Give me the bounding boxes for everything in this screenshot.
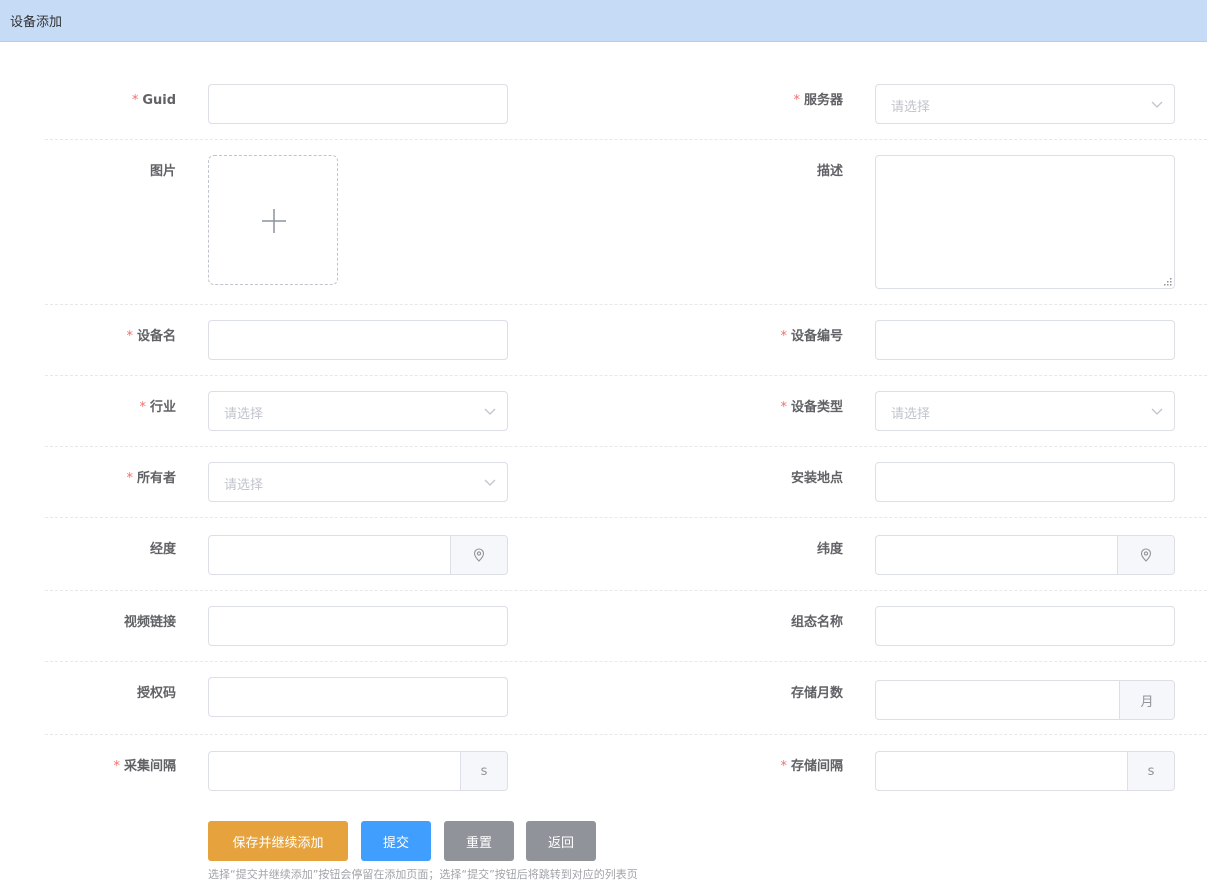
industry-placeholder: 请选择 [224,407,264,422]
storage-months-unit: 月 [1119,681,1174,719]
config-name-label: 组态名称 [790,615,843,630]
required-mark: * [126,471,133,486]
device-name-field[interactable] [208,320,508,360]
page-title: 设备添加 [10,15,63,30]
collect-interval-input[interactable] [209,752,460,790]
back-button[interactable]: 返回 [526,821,596,861]
required-mark: * [126,329,133,344]
longitude-input[interactable] [209,536,450,574]
longitude-field[interactable] [208,535,508,575]
resize-handle-icon[interactable] [1163,277,1172,286]
location-pin-icon [1140,548,1152,562]
device-name-input[interactable] [209,321,507,359]
device-number-field[interactable] [875,320,1175,360]
row-divider [45,446,1207,447]
device-number-input[interactable] [876,321,1174,359]
storage-months-label: 存储月数 [790,686,843,701]
required-mark: * [780,329,787,344]
description-textarea[interactable] [875,155,1175,289]
auth-code-input[interactable] [209,678,507,716]
latitude-input[interactable] [876,536,1117,574]
reset-button[interactable]: 重置 [444,821,514,861]
video-link-field[interactable] [208,606,508,646]
required-mark: * [793,93,800,108]
industry-select[interactable]: 请选择 [208,391,508,431]
description-label: 描述 [816,164,843,179]
longitude-map-button[interactable] [450,536,507,574]
row-divider [45,517,1207,518]
save-and-continue-button[interactable]: 保存并继续添加 [208,821,348,861]
owner-select[interactable]: 请选择 [208,462,508,502]
video-link-label: 视频链接 [123,615,176,630]
longitude-label: 经度 [149,542,176,557]
image-label: 图片 [149,164,176,179]
owner-label: * 所有者 [126,471,176,486]
config-name-input[interactable] [876,607,1174,645]
collect-interval-unit: s [460,752,507,790]
row-divider [45,734,1207,735]
storage-interval-field[interactable]: s [875,751,1175,791]
owner-placeholder: 请选择 [224,478,264,493]
server-select[interactable]: 请选择 [875,84,1175,124]
industry-label: * 行业 [139,400,176,415]
row-divider [45,661,1207,662]
storage-interval-label: * 存储间隔 [780,759,843,774]
server-label: * 服务器 [793,93,843,108]
required-mark: * [113,759,120,774]
collect-interval-field[interactable]: s [208,751,508,791]
storage-interval-input[interactable] [876,752,1127,790]
device-type-placeholder: 请选择 [891,407,931,422]
collect-interval-label: * 采集间隔 [113,759,176,774]
chevron-down-icon [484,479,496,486]
latitude-label: 纬度 [816,542,843,557]
auth-code-label: 授权码 [136,686,176,701]
chevron-down-icon [1151,408,1163,415]
device-type-select[interactable]: 请选择 [875,391,1175,431]
page-header: 设备添加 [0,0,1207,42]
latitude-field[interactable] [875,535,1175,575]
row-divider [45,590,1207,591]
guid-input[interactable] [209,85,507,123]
config-name-field[interactable] [875,606,1175,646]
storage-months-field[interactable]: 月 [875,680,1175,720]
guid-label: * Guid [131,93,176,108]
required-mark: * [139,400,146,415]
plus-icon [262,209,286,233]
row-divider [45,375,1207,376]
server-placeholder: 请选择 [891,100,931,115]
auth-code-field[interactable] [208,677,508,717]
row-divider [45,304,1207,305]
storage-interval-unit: s [1127,752,1174,790]
form-hint: 选择“提交并继续添加”按钮会停留在添加页面；选择“提交”按钮后将跳转到对应的列表… [208,868,638,881]
device-name-label: * 设备名 [126,329,176,344]
latitude-map-button[interactable] [1117,536,1174,574]
guid-field[interactable] [208,84,508,124]
submit-button[interactable]: 提交 [361,821,431,861]
storage-months-input[interactable] [876,681,1119,719]
required-mark: * [780,400,787,415]
location-pin-icon [473,548,485,562]
video-link-input[interactable] [209,607,507,645]
install-location-label: 安装地点 [790,471,843,486]
row-divider [45,139,1207,140]
chevron-down-icon [1151,101,1163,108]
chevron-down-icon [484,408,496,415]
required-mark: * [780,759,787,774]
device-type-label: * 设备类型 [780,400,843,415]
install-location-input[interactable] [876,463,1174,501]
image-upload[interactable] [208,155,338,285]
install-location-field[interactable] [875,462,1175,502]
device-number-label: * 设备编号 [780,329,843,344]
required-mark: * [131,93,139,108]
